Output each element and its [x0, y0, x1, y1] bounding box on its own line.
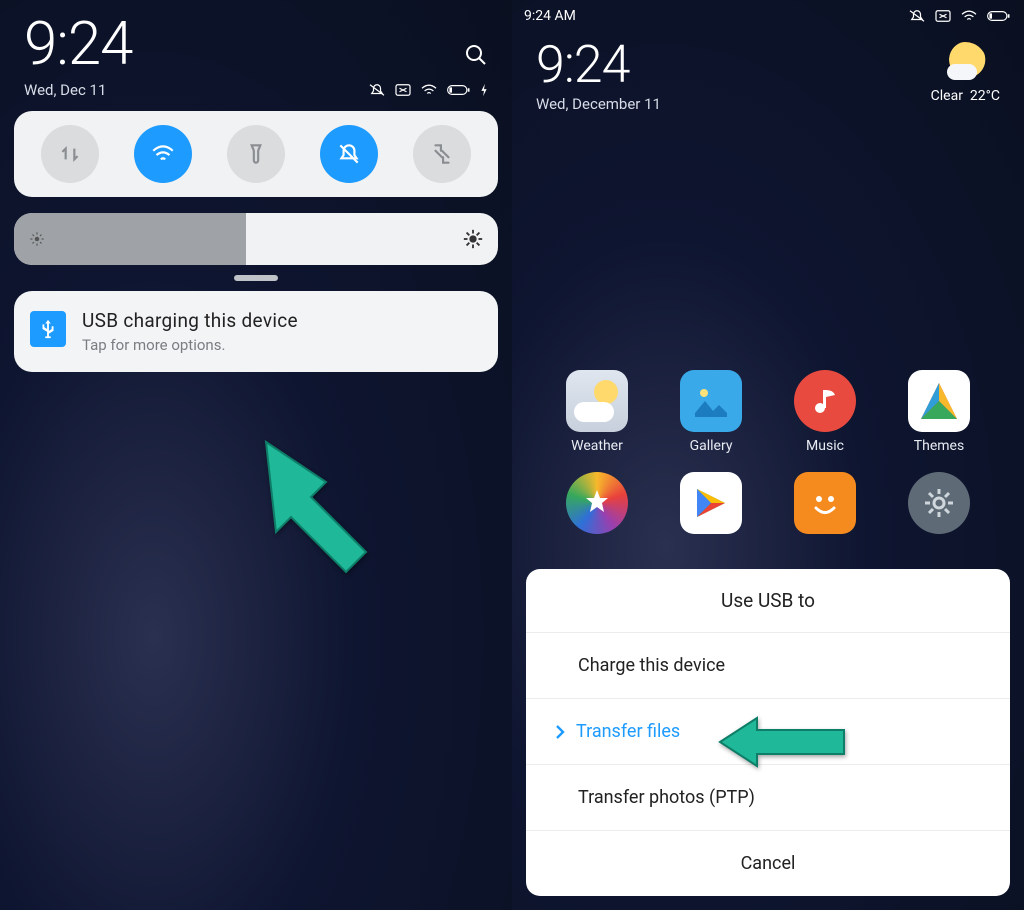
- usb-option-charge[interactable]: Charge this device: [526, 633, 1010, 699]
- toggle-dnd[interactable]: [320, 125, 378, 183]
- brightness-slider[interactable]: [14, 213, 498, 265]
- app-label: Music: [768, 438, 882, 454]
- toggle-flashlight[interactable]: [227, 125, 285, 183]
- app-music[interactable]: Music: [768, 370, 882, 454]
- app-label: Gallery: [654, 438, 768, 454]
- app-gallery[interactable]: Gallery: [654, 370, 768, 454]
- app-generic-3[interactable]: [768, 472, 882, 556]
- status-icons: [368, 83, 488, 97]
- option-label: Charge this device: [578, 655, 725, 676]
- app-grid: Weather Gallery Music Themes: [512, 370, 1024, 556]
- dnd-off-icon: [908, 9, 926, 23]
- status-time: 9:24 AM: [524, 8, 576, 24]
- quick-toggles-panel: [14, 111, 498, 197]
- usb-dialog: Use USB to Charge this device Transfer f…: [526, 569, 1010, 896]
- notification-title: USB charging this device: [82, 309, 298, 332]
- app-generic-2[interactable]: [654, 472, 768, 556]
- brightness-low-icon: [28, 230, 46, 248]
- dialog-title: Use USB to: [526, 569, 1010, 633]
- usb-icon: [30, 311, 66, 347]
- battery-icon: [446, 83, 472, 97]
- app-weather[interactable]: Weather: [540, 370, 654, 454]
- brightness-fill: [14, 213, 246, 265]
- toggle-wifi[interactable]: [134, 125, 192, 183]
- weather-icon: [943, 42, 987, 86]
- battery-icon: [986, 9, 1012, 23]
- toggle-screenshot[interactable]: [413, 125, 471, 183]
- clock: 9:24: [24, 8, 132, 79]
- usb-option-transfer-photos[interactable]: Transfer photos (PTP): [526, 765, 1010, 831]
- option-label: Transfer photos (PTP): [578, 787, 755, 808]
- sim-icon: [934, 9, 952, 23]
- usb-option-transfer-files[interactable]: Transfer files: [526, 699, 1010, 765]
- weather-temp: 22°C: [970, 88, 1000, 104]
- app-themes[interactable]: Themes: [882, 370, 996, 454]
- usb-notification[interactable]: USB charging this device Tap for more op…: [14, 291, 498, 372]
- toggle-mobile-data[interactable]: [41, 125, 99, 183]
- sim-icon: [394, 83, 412, 97]
- app-settings[interactable]: [882, 472, 996, 556]
- dialog-cancel[interactable]: Cancel: [526, 831, 1010, 896]
- dnd-off-icon: [368, 83, 386, 97]
- notification-subtitle: Tap for more options.: [82, 336, 298, 354]
- weather-widget[interactable]: Clear 22°C: [931, 42, 1000, 104]
- app-label: Themes: [882, 438, 996, 454]
- phone-notification-shade: 9:24 Wed, Dec 11: [0, 0, 512, 910]
- app-label: Weather: [540, 438, 654, 454]
- chevron-right-icon: [554, 724, 566, 740]
- wifi-icon: [420, 83, 438, 97]
- phone-home-usb-dialog: 9:24 AM 9:24 Wed, December 11 Clear 22°C…: [512, 0, 1024, 910]
- app-generic-1[interactable]: [540, 472, 654, 556]
- wifi-icon: [960, 9, 978, 23]
- weather-condition: Clear: [931, 88, 963, 104]
- search-icon[interactable]: [464, 43, 488, 67]
- brightness-high-icon: [462, 228, 484, 250]
- annotation-arrow: [246, 432, 396, 602]
- status-icons: [908, 9, 1012, 23]
- drag-handle[interactable]: [234, 275, 278, 281]
- option-label: Transfer files: [576, 721, 680, 742]
- date: Wed, Dec 11: [24, 81, 106, 99]
- charging-icon: [480, 83, 488, 97]
